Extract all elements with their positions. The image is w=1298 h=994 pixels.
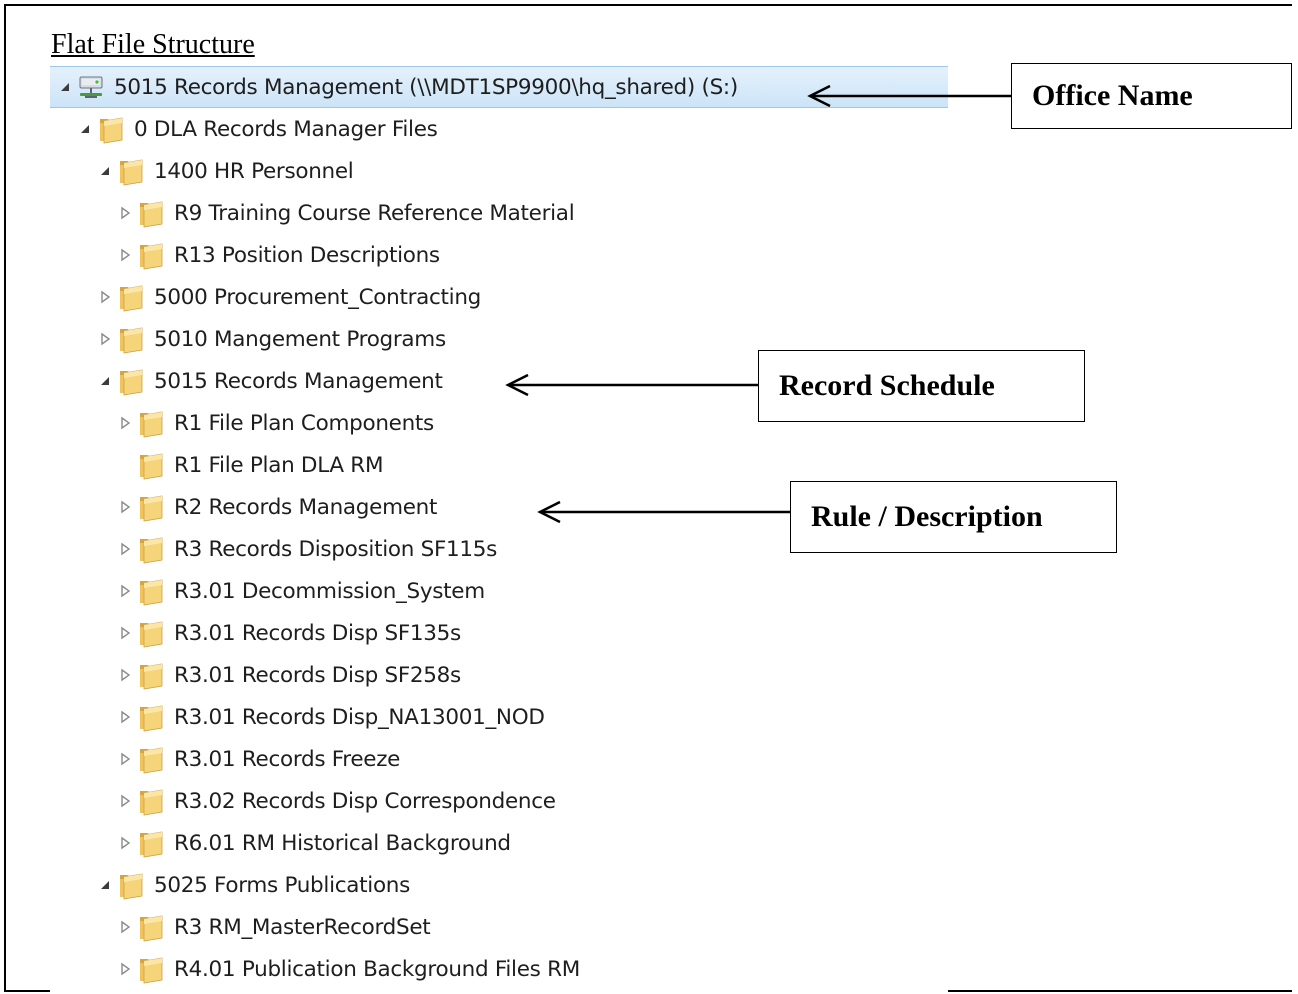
arrow-rule-description bbox=[537, 500, 790, 524]
